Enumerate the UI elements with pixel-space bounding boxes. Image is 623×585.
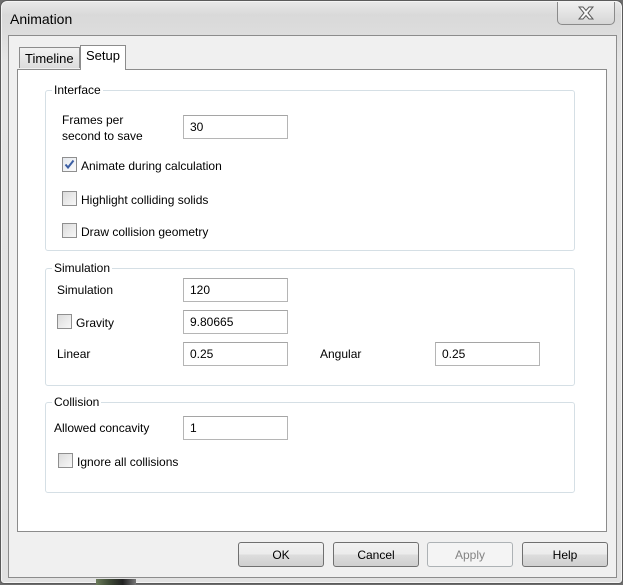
fps-input[interactable]: 30 <box>183 115 288 139</box>
cancel-button[interactable]: Cancel <box>333 542 419 567</box>
fps-label-line1: Frames per <box>62 113 124 127</box>
gravity-label[interactable]: Gravity <box>76 315 114 331</box>
simulation-group-title: Simulation <box>52 261 113 275</box>
ignore-all-collisions-checkbox[interactable] <box>58 453 73 468</box>
animation-dialog: Animation Timeline Setup Interface Frame… <box>0 0 623 585</box>
gravity-checkbox[interactable] <box>57 314 72 329</box>
simulation-group: Simulation Simulation 120 Gravity 9.8066… <box>45 261 575 386</box>
highlight-colliding-solids-checkbox[interactable] <box>62 191 77 206</box>
tab-setup[interactable]: Setup <box>80 45 126 70</box>
angular-label: Angular <box>320 347 362 361</box>
close-button[interactable] <box>557 2 615 25</box>
window-title: Animation <box>10 11 73 27</box>
setup-tab-panel: Interface Frames per second to save 30 A… <box>17 69 607 532</box>
tab-timeline-label: Timeline <box>25 50 74 66</box>
linear-label: Linear <box>57 347 91 361</box>
allowed-concavity-label: Allowed concavity <box>54 421 150 435</box>
ok-button[interactable]: OK <box>238 542 324 567</box>
animate-during-calculation-label[interactable]: Animate during calculation <box>81 158 222 174</box>
ignore-all-collisions-label[interactable]: Ignore all collisions <box>77 454 178 470</box>
dialog-client-area: Timeline Setup Interface Frames per seco… <box>8 35 617 578</box>
help-button[interactable]: Help <box>522 542 608 567</box>
title-bar[interactable]: Animation <box>1 1 622 37</box>
simulation-label: Simulation <box>57 283 114 297</box>
fps-label-line2: second to save <box>62 129 143 143</box>
apply-button[interactable]: Apply <box>427 542 513 567</box>
draw-collision-geometry-label[interactable]: Draw collision geometry <box>81 224 208 240</box>
highlight-colliding-solids-label[interactable]: Highlight colliding solids <box>81 192 208 208</box>
interface-group: Interface Frames per second to save 30 A… <box>45 83 575 251</box>
tab-timeline[interactable]: Timeline <box>19 47 80 68</box>
interface-group-title: Interface <box>52 83 103 97</box>
draw-collision-geometry-checkbox[interactable] <box>62 223 77 238</box>
close-x-icon <box>577 6 595 20</box>
allowed-concavity-input[interactable]: 1 <box>183 416 288 440</box>
checkmark-icon <box>64 159 75 170</box>
background-window-peek <box>96 579 136 585</box>
tab-setup-label: Setup <box>86 47 120 63</box>
angular-input[interactable]: 0.25 <box>435 342 540 366</box>
simulation-input[interactable]: 120 <box>183 278 288 302</box>
collision-group: Collision Allowed concavity 1 Ignore all… <box>45 395 575 493</box>
collision-group-title: Collision <box>52 395 102 409</box>
gravity-input[interactable]: 9.80665 <box>183 310 288 334</box>
linear-input[interactable]: 0.25 <box>183 342 288 366</box>
animate-during-calculation-checkbox[interactable] <box>62 157 77 172</box>
